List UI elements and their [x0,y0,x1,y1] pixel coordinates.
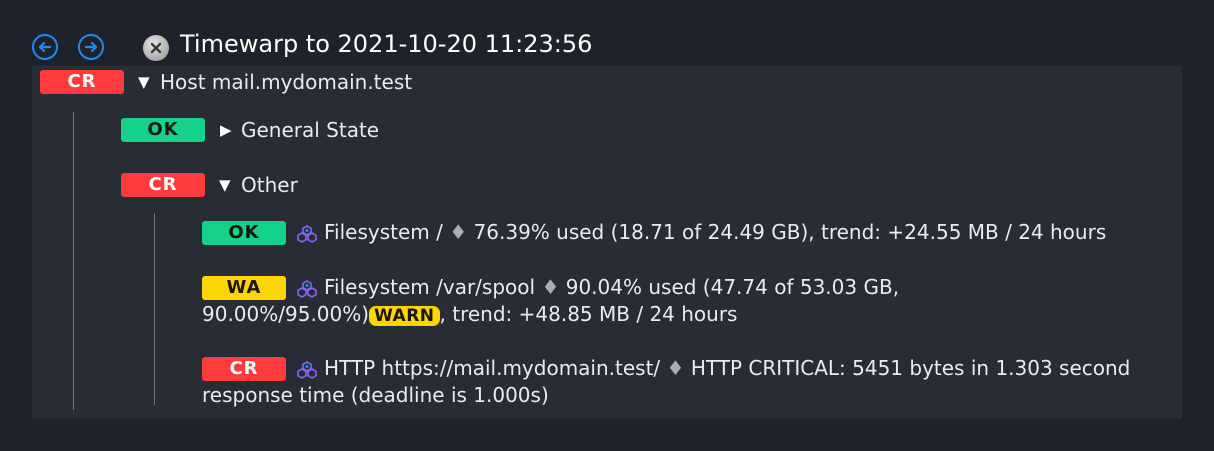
service-icon[interactable] [297,224,317,244]
separator: ♦ [666,356,685,380]
close-timewarp-icon[interactable] [143,35,169,61]
status-badge: CR [121,173,205,197]
status-badge: WA [202,276,286,300]
list-item-continued: response time (deadline is 1.000s) [202,382,549,409]
list-item-continued: 90.00%/95.00%) WARN, trend: +48.85 MB / 2… [202,301,737,330]
page-title: Timewarp to 2021-10-20 11:23:56 [180,30,593,58]
service-name[interactable]: Filesystem /var/spool [324,275,535,299]
separator: ♦ [541,275,560,299]
forward-arrow-icon[interactable] [78,34,104,60]
service-output: 90.00%/95.00%) [202,302,370,326]
other-label[interactable]: Other [241,173,298,197]
status-badge: OK [202,221,286,245]
host-label[interactable]: Host mail.mydomain.test [160,70,412,94]
warn-badge: WARN [369,306,440,326]
tree-line [73,112,74,410]
list-item: HTTP https://mail.mydomain.test/ ♦ HTTP … [324,355,1130,382]
general-state-label[interactable]: General State [241,118,379,142]
service-output: 76.39% used (18.71 of 24.49 GB), trend: … [473,220,1107,244]
back-arrow-icon[interactable] [32,34,58,60]
list-item: Filesystem / ♦ 76.39% used (18.71 of 24.… [324,219,1106,246]
service-output: response time (deadline is 1.000s) [202,383,549,407]
status-badge: CR [40,70,124,94]
triangle-down-icon[interactable]: ▼ [219,176,231,194]
service-output: , trend: +48.85 MB / 24 hours [439,302,738,326]
tree-line [154,213,155,405]
service-icon[interactable] [297,360,317,380]
service-icon[interactable] [297,279,317,299]
triangle-right-icon[interactable]: ▶ [220,121,232,139]
list-item: Filesystem /var/spool ♦ 90.04% used (47.… [324,274,899,301]
service-name[interactable]: HTTP https://mail.mydomain.test/ [324,356,660,380]
service-name[interactable]: Filesystem / [324,220,443,244]
status-badge: CR [202,357,286,381]
separator: ♦ [449,220,468,244]
triangle-down-icon[interactable]: ▼ [138,73,150,91]
status-badge: OK [121,118,205,142]
service-output: HTTP CRITICAL: 5451 bytes in 1.303 secon… [690,356,1131,380]
service-output: 90.04% used (47.74 of 53.03 GB, [565,275,900,299]
